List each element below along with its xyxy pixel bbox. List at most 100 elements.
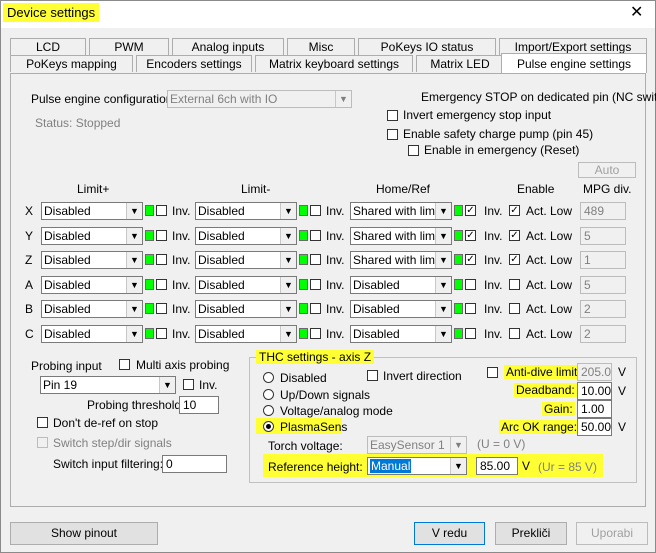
tab-pwm[interactable]: PWM (89, 38, 169, 55)
limit-plus-combo[interactable]: Disabled ▼ (41, 325, 143, 343)
gain-input[interactable]: 1.00 (577, 400, 612, 418)
multi-axis-checkbox[interactable] (119, 359, 130, 370)
limit-plus-combo[interactable]: Disabled ▼ (41, 251, 143, 269)
probing-threshold-input[interactable]: 10 (179, 396, 219, 414)
enable-act-low-checkbox[interactable] (509, 279, 520, 290)
invert-estop-checkbox[interactable] (387, 110, 398, 121)
act-low-label: Act. Low (526, 302, 573, 316)
chevron-down-icon: ▼ (435, 252, 451, 268)
tab-pulse-engine[interactable]: Pulse engine settings (501, 53, 647, 73)
thc-mode-voltage-radio[interactable] (263, 405, 274, 416)
tab-misc[interactable]: Misc (287, 38, 355, 55)
deref-checkbox[interactable] (37, 417, 48, 428)
enable-act-low-checkbox[interactable]: ✓ (509, 254, 520, 265)
mpg-div-input[interactable]: 2 (580, 300, 626, 318)
limit-minus-combo[interactable]: Disabled ▼ (195, 325, 297, 343)
limit-plus-combo[interactable]: Disabled ▼ (41, 300, 143, 318)
mpg-div-input[interactable]: 5 (580, 227, 626, 245)
home-ref-inv-checkbox[interactable] (465, 279, 476, 290)
limit-minus-inv-checkbox[interactable] (310, 254, 321, 265)
invert-direction-checkbox[interactable] (367, 370, 378, 381)
limit-plus-inv-checkbox[interactable] (156, 328, 167, 339)
mpg-div-input[interactable]: 2 (580, 325, 626, 343)
tab-lcd[interactable]: LCD (10, 38, 86, 55)
limit-minus-combo[interactable]: Disabled ▼ (195, 227, 297, 245)
probing-inv-checkbox[interactable] (183, 379, 194, 390)
home-ref-combo[interactable]: Disabled ▼ (350, 325, 452, 343)
home-ref-combo[interactable]: Disabled ▼ (350, 276, 452, 294)
axis-label: B (25, 302, 34, 316)
antidive-unit: V (618, 365, 627, 379)
limit-minus-combo[interactable]: Disabled ▼ (195, 276, 297, 294)
limit-plus-inv-checkbox[interactable] (156, 205, 167, 216)
mpg-div-input[interactable]: 1 (580, 251, 626, 269)
switch-step-checkbox[interactable] (37, 437, 48, 448)
limit-minus-combo[interactable]: Disabled ▼ (195, 300, 297, 318)
enable-act-low-checkbox[interactable]: ✓ (509, 205, 520, 216)
tab-pokeys-io-status[interactable]: PoKeys IO status (358, 38, 496, 55)
cancel-button[interactable]: Prekliči (495, 522, 567, 545)
limit-minus-combo[interactable]: Disabled ▼ (195, 202, 297, 220)
limit-minus-inv-checkbox[interactable] (310, 303, 321, 314)
ok-button[interactable]: V redu (414, 522, 485, 545)
arc-ok-input[interactable]: 50.00 (577, 418, 612, 436)
limit-minus-led (299, 205, 308, 216)
close-icon[interactable]: ✕ (630, 5, 643, 21)
thc-mode-plasmasens-radio[interactable] (263, 421, 274, 432)
limit-plus-inv-checkbox[interactable] (156, 254, 167, 265)
home-ref-inv-checkbox[interactable]: ✓ (465, 254, 476, 265)
show-pinout-button[interactable]: Show pinout (10, 522, 158, 545)
limit-plus-combo[interactable]: Disabled ▼ (41, 202, 143, 220)
tab-matrix-keyboard[interactable]: Matrix keyboard settings (255, 55, 413, 72)
home-ref-inv-checkbox[interactable]: ✓ (465, 205, 476, 216)
auto-button[interactable]: Auto (578, 162, 636, 178)
enable-act-low-checkbox[interactable]: ✓ (509, 230, 520, 241)
probing-pin-combo[interactable]: Pin 19 ▼ (40, 376, 176, 394)
limit-plus-led (145, 254, 154, 265)
tab-pokeys-mapping[interactable]: PoKeys mapping (10, 55, 133, 72)
config-combo[interactable]: External 6ch with IO ▼ (167, 90, 352, 108)
switch-filter-input[interactable]: 0 (162, 455, 227, 473)
thc-mode-disabled-radio[interactable] (263, 372, 274, 383)
antidive-checkbox[interactable] (487, 367, 498, 378)
home-ref-combo[interactable]: Disabled ▼ (350, 300, 452, 318)
limit-minus-combo[interactable]: Disabled ▼ (195, 251, 297, 269)
limit-minus-inv-checkbox[interactable] (310, 205, 321, 216)
limit-plus-inv-checkbox[interactable] (156, 303, 167, 314)
thc-mode-updown-radio[interactable] (263, 389, 274, 400)
charge-pump-checkbox[interactable] (387, 129, 398, 140)
antidive-input[interactable]: 205.00 (577, 363, 612, 381)
home-ref-combo[interactable]: Shared with limit- ▼ (350, 227, 452, 245)
deadband-input[interactable]: 10.00 (577, 382, 612, 400)
home-ref-inv-checkbox[interactable] (465, 328, 476, 339)
antidive-label: Anti-dive limit: (504, 365, 583, 379)
limit-plus-combo[interactable]: Disabled ▼ (41, 227, 143, 245)
home-ref-inv-checkbox[interactable]: ✓ (465, 230, 476, 241)
thc-mode-voltage-label: Voltage/analog mode (280, 404, 393, 418)
limit-plus-combo[interactable]: Disabled ▼ (41, 276, 143, 294)
apply-button[interactable]: Uporabi (576, 522, 648, 545)
enable-act-low-checkbox[interactable] (509, 303, 520, 314)
limit-minus-inv-checkbox[interactable] (310, 328, 321, 339)
home-ref-inv-checkbox[interactable] (465, 303, 476, 314)
enable-emergency-checkbox[interactable] (408, 145, 419, 156)
torch-voltage-u: (U = 0 V) (477, 437, 526, 451)
reference-height-combo[interactable]: Manual ▼ (367, 457, 467, 475)
enable-act-low-checkbox[interactable] (509, 328, 520, 339)
torch-voltage-combo[interactable]: EasySensor 1 ▼ (367, 436, 467, 454)
limit-plus-inv-checkbox[interactable] (156, 230, 167, 241)
limit-minus-inv-checkbox[interactable] (310, 230, 321, 241)
limit-plus-inv-checkbox[interactable] (156, 279, 167, 290)
mpg-div-input[interactable]: 489 (580, 202, 626, 220)
inv-label: Inv. (172, 229, 191, 243)
probing-threshold-label: Probing threshold: (87, 398, 185, 412)
tab-encoders-settings[interactable]: Encoders settings (136, 55, 252, 72)
mpg-div-input[interactable]: 5 (580, 276, 626, 294)
tab-analog-inputs[interactable]: Analog inputs (172, 38, 284, 55)
header-limit-minus: Limit- (241, 182, 271, 196)
limit-minus-inv-checkbox[interactable] (310, 279, 321, 290)
home-ref-combo[interactable]: Shared with limit+ ▼ (350, 251, 452, 269)
home-ref-combo[interactable]: Shared with limit- ▼ (350, 202, 452, 220)
reference-height-input[interactable]: 85.00 (476, 457, 518, 475)
tab-matrix-led[interactable]: Matrix LED (416, 55, 504, 72)
